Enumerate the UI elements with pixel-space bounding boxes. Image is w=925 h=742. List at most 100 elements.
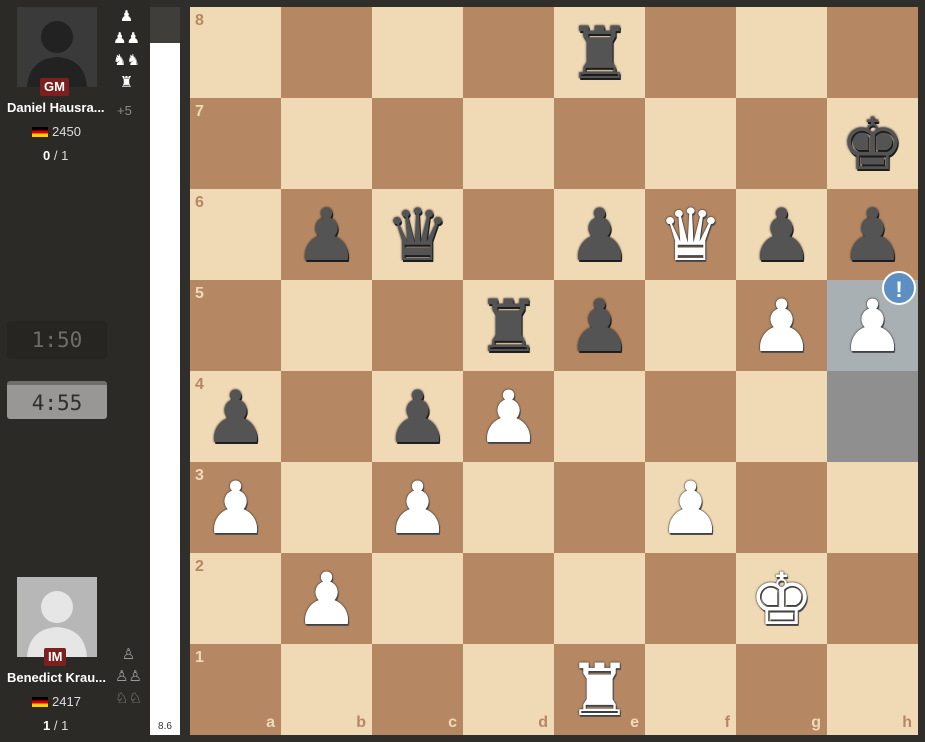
square-c7[interactable] xyxy=(372,98,463,189)
captured-rook-icon: ♜ xyxy=(119,74,134,91)
square-h4[interactable] xyxy=(827,371,918,462)
square-f7[interactable] xyxy=(645,98,736,189)
title-badge: GM xyxy=(40,78,69,96)
square-c8[interactable] xyxy=(372,7,463,98)
black-pawn-icon[interactable]: ♟ xyxy=(294,199,359,271)
square-e6[interactable]: ♟ xyxy=(554,189,645,280)
black-pawn-icon[interactable]: ♟ xyxy=(567,199,632,271)
square-b6[interactable]: ♟ xyxy=(281,189,372,280)
square-g8[interactable] xyxy=(736,7,827,98)
white-queen-icon[interactable]: ♛ xyxy=(658,199,723,271)
square-d2[interactable] xyxy=(463,553,554,644)
rank-label: 3 xyxy=(195,467,204,484)
square-e4[interactable] xyxy=(554,371,645,462)
square-a1[interactable]: 1a xyxy=(190,644,281,735)
white-pawn-icon[interactable]: ♟ xyxy=(658,472,723,544)
square-b1[interactable]: b xyxy=(281,644,372,735)
square-c4[interactable]: ♟ xyxy=(372,371,463,462)
square-b3[interactable] xyxy=(281,462,372,553)
square-f4[interactable] xyxy=(645,371,736,462)
rating-value: 2417 xyxy=(52,694,81,709)
square-d6[interactable] xyxy=(463,189,554,280)
square-h7[interactable]: ♚ xyxy=(827,98,918,189)
square-a3[interactable]: 3 ♟ xyxy=(190,462,281,553)
player-rating: 2450 xyxy=(32,124,81,139)
square-c3[interactable]: ♟ xyxy=(372,462,463,553)
rank-label: 6 xyxy=(195,194,204,211)
black-king-icon[interactable]: ♚ xyxy=(840,108,905,180)
square-e8[interactable]: ♜ xyxy=(554,7,645,98)
black-queen-icon[interactable]: ♛ xyxy=(385,199,450,271)
square-d5[interactable]: ♜ xyxy=(463,280,554,371)
captured-pawns-icon: ♙♙ xyxy=(115,668,142,685)
square-h1[interactable]: h xyxy=(827,644,918,735)
square-b7[interactable] xyxy=(281,98,372,189)
white-king-icon[interactable]: ♚ xyxy=(749,563,814,635)
square-g5[interactable]: ♟ xyxy=(736,280,827,371)
white-rook-icon[interactable]: ♜ xyxy=(567,654,632,726)
square-h8[interactable] xyxy=(827,7,918,98)
square-c2[interactable] xyxy=(372,553,463,644)
square-b8[interactable] xyxy=(281,7,372,98)
black-pawn-icon[interactable]: ♟ xyxy=(749,199,814,271)
black-pawn-icon[interactable]: ♟ xyxy=(840,199,905,271)
black-rook-icon[interactable]: ♜ xyxy=(567,17,632,89)
square-b2[interactable]: ♟ xyxy=(281,553,372,644)
white-pawn-icon[interactable]: ♟ xyxy=(476,381,541,453)
square-h5[interactable]: ♟! xyxy=(827,271,918,371)
square-h3[interactable] xyxy=(827,462,918,553)
square-d8[interactable] xyxy=(463,7,554,98)
white-pawn-icon[interactable]: ♟ xyxy=(385,472,450,544)
square-g3[interactable] xyxy=(736,462,827,553)
avatar[interactable] xyxy=(17,7,97,87)
square-f6[interactable]: ♛ xyxy=(645,189,736,280)
square-d7[interactable] xyxy=(463,98,554,189)
square-g2[interactable]: ♚ xyxy=(736,553,827,644)
square-a6[interactable]: 6 xyxy=(190,189,281,280)
chess-board[interactable]: 8 ♜ 7 ♚ 6 ♟ ♛ ♟ ♛ ♟ ♟ 5 ♜ ♟ ♟ ♟! 4 ♟ ♟ ♟ 3 ♟ ♟ ♟ 2 ♟ ♚ 1 a b c d e ♜ f g h xyxy=(190,7,918,735)
square-b5[interactable] xyxy=(281,280,372,371)
avatar[interactable] xyxy=(17,577,97,657)
captured-pawn-icon: ♟ xyxy=(119,8,134,25)
black-pawn-icon[interactable]: ♟ xyxy=(385,381,450,453)
square-f5[interactable] xyxy=(645,280,736,371)
square-e2[interactable] xyxy=(554,553,645,644)
square-a7[interactable]: 7 xyxy=(190,98,281,189)
black-pawn-icon[interactable]: ♟ xyxy=(567,290,632,362)
square-g7[interactable] xyxy=(736,98,827,189)
player-name[interactable]: Benedict Krau... xyxy=(7,670,106,685)
square-h6[interactable]: ♟ xyxy=(827,189,918,280)
square-c5[interactable] xyxy=(372,280,463,371)
square-f8[interactable] xyxy=(645,7,736,98)
square-a4[interactable]: 4 ♟ xyxy=(190,371,281,462)
square-a2[interactable]: 2 xyxy=(190,553,281,644)
square-a5[interactable]: 5 xyxy=(190,280,281,371)
white-pawn-icon[interactable]: ♟ xyxy=(294,563,359,635)
square-g1[interactable]: g xyxy=(736,644,827,735)
square-e5[interactable]: ♟ xyxy=(554,280,645,371)
black-rook-icon[interactable]: ♜ xyxy=(476,290,541,362)
square-d1[interactable]: d xyxy=(463,644,554,735)
square-f1[interactable]: f xyxy=(645,644,736,735)
square-e7[interactable] xyxy=(554,98,645,189)
germany-flag-icon xyxy=(32,126,48,137)
square-e1[interactable]: e ♜ xyxy=(554,644,645,735)
eval-bar-black-fill xyxy=(150,7,180,44)
square-g6[interactable]: ♟ xyxy=(736,189,827,280)
file-label: c xyxy=(448,714,457,731)
square-f3[interactable]: ♟ xyxy=(645,462,736,553)
square-e3[interactable] xyxy=(554,462,645,553)
player-name[interactable]: Daniel Hausra... xyxy=(7,100,105,115)
square-c1[interactable]: c xyxy=(372,644,463,735)
square-b4[interactable] xyxy=(281,371,372,462)
square-g4[interactable] xyxy=(736,371,827,462)
white-pawn-icon[interactable]: ♟ xyxy=(749,290,814,362)
square-h2[interactable] xyxy=(827,553,918,644)
square-f2[interactable] xyxy=(645,553,736,644)
square-a8[interactable]: 8 xyxy=(190,7,281,98)
square-d3[interactable] xyxy=(463,462,554,553)
square-d4[interactable]: ♟ xyxy=(463,371,554,462)
white-pawn-icon[interactable]: ♟ xyxy=(203,472,268,544)
black-pawn-icon[interactable]: ♟ xyxy=(203,381,268,453)
square-c6[interactable]: ♛ xyxy=(372,189,463,280)
